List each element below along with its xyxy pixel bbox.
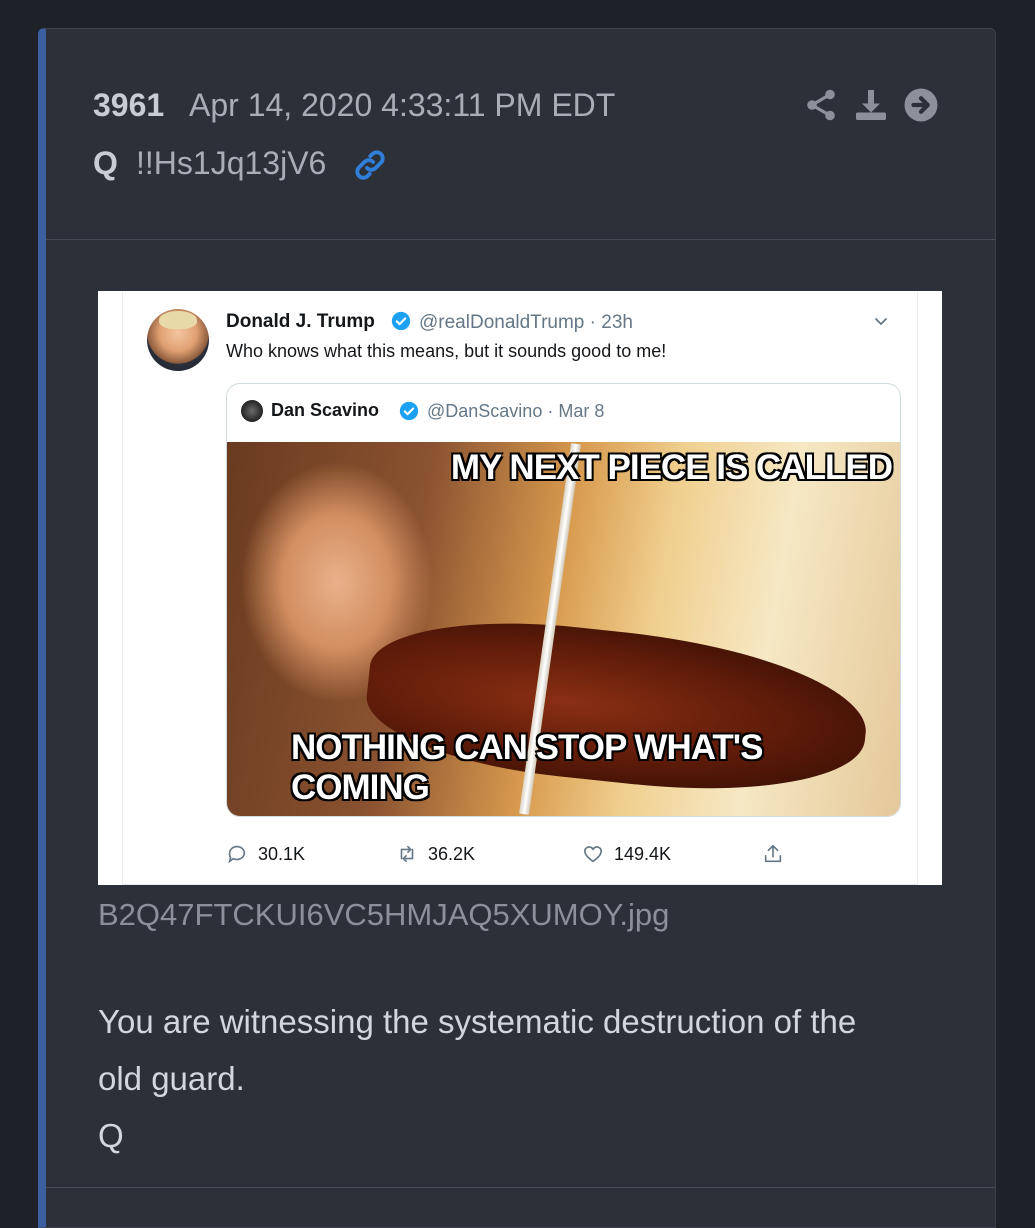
post-card: 3961 Apr 14, 2020 4:33:11 PM EDT Q !!Hs1…: [38, 28, 996, 1228]
meme-top-caption: MY NEXT PIECE IS CALLED: [450, 448, 893, 487]
retweet-count: 36.2K: [428, 843, 476, 864]
verified-badge-icon: [391, 311, 411, 331]
tweet-actions: 30.1K 36.2K 149.4K: [226, 841, 826, 867]
divider: [46, 1187, 995, 1188]
retweet-icon: [400, 845, 414, 863]
verified-badge-icon: [399, 401, 419, 421]
tweet-frame: Donald J. Trump @realDonaldTrump · 23h W…: [122, 291, 918, 885]
share-action: [762, 841, 784, 867]
link-icon[interactable]: [352, 147, 388, 183]
quoted-author-name: Dan Scavino: [271, 400, 380, 420]
post-author: Q: [93, 145, 118, 181]
tweet-handle: @realDonaldTrump · 23h: [419, 312, 633, 333]
tweet-author-name: Donald J. Trump: [226, 311, 375, 332]
avatar: [147, 309, 209, 371]
upload-icon: [764, 844, 782, 863]
reply-icon: [228, 845, 246, 864]
meme-bottom-caption: NOTHING CAN STOP WHAT'S COMING: [291, 728, 763, 807]
quoted-handle: @DanScavino · Mar 8: [427, 401, 605, 421]
download-icon[interactable]: [853, 87, 889, 123]
post-header: 3961 Apr 14, 2020 4:33:11 PM EDT Q !!Hs1…: [46, 29, 995, 240]
like-action: 149.4K: [582, 841, 671, 867]
reply-action: 30.1K: [226, 841, 305, 867]
post-tripcode: !!Hs1Jq13jV6: [136, 145, 327, 181]
retweet-action: 36.2K: [396, 841, 475, 867]
post-body: You are witnessing the systematic destru…: [98, 993, 938, 1164]
post-body-signature: Q: [98, 1117, 124, 1154]
post-number[interactable]: 3961: [93, 87, 164, 124]
arrow-right-circle-icon[interactable]: [903, 87, 939, 123]
post-actions: [803, 87, 939, 123]
share-icon[interactable]: [803, 87, 839, 123]
attached-image[interactable]: Donald J. Trump @realDonaldTrump · 23h W…: [98, 291, 942, 885]
reply-count: 30.1K: [258, 843, 306, 864]
post-body-line: You are witnessing the systematic destru…: [98, 1003, 857, 1040]
image-filename[interactable]: B2Q47FTCKUI6VC5HMJAQ5XUMOY.jpg: [98, 897, 669, 933]
heart-icon: [583, 846, 603, 863]
quoted-tweet: Dan Scavino @DanScavino · Mar 8 MY NEXT …: [226, 383, 901, 817]
chevron-down-icon: [875, 318, 887, 326]
tweet-text: Who knows what this means, but it sounds…: [226, 341, 667, 361]
post-body-line: old guard.: [98, 1060, 245, 1097]
meme-image: MY NEXT PIECE IS CALLED NOTHING CAN STOP…: [227, 442, 900, 816]
like-count: 149.4K: [614, 843, 672, 864]
avatar: [241, 400, 263, 422]
post-date: Apr 14, 2020 4:33:11 PM EDT: [189, 87, 616, 123]
